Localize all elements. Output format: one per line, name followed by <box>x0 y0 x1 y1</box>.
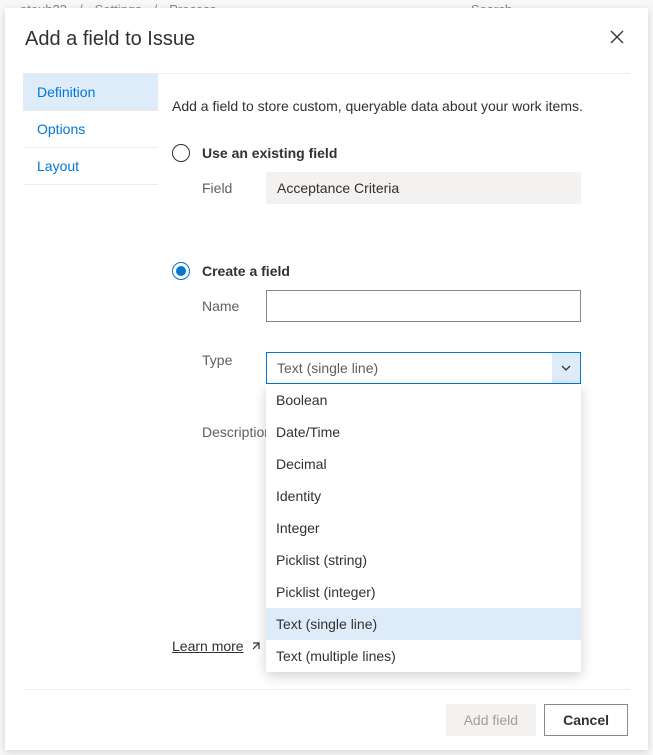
type-option-text-single[interactable]: Text (single line) <box>266 608 581 640</box>
dialog-content: Add a field to store custom, queryable d… <box>158 74 630 689</box>
type-option-datetime[interactable]: Date/Time <box>266 416 581 448</box>
field-label-existing: Field <box>172 180 266 196</box>
dialog-sidebar: Definition Options Layout <box>23 74 158 689</box>
radio-use-existing-label: Use an existing field <box>202 145 337 161</box>
sidebar-item-options[interactable]: Options <box>23 111 158 148</box>
type-option-boolean[interactable]: Boolean <box>266 384 581 416</box>
dialog-footer: Add field Cancel <box>5 690 648 750</box>
type-option-identity[interactable]: Identity <box>266 480 581 512</box>
type-option-integer[interactable]: Integer <box>266 512 581 544</box>
type-option-decimal[interactable]: Decimal <box>266 448 581 480</box>
existing-field-group: Use an existing field Field Acceptance C… <box>172 144 630 216</box>
radio-create-field-label: Create a field <box>202 263 290 279</box>
existing-field-value: Acceptance Criteria <box>266 172 581 204</box>
dialog-title: Add a field to Issue <box>25 28 195 51</box>
type-option-text-multi[interactable]: Text (multiple lines) <box>266 640 581 672</box>
intro-text: Add a field to store custom, queryable d… <box>172 98 630 114</box>
radio-dot-icon <box>176 266 186 276</box>
chevron-down-icon <box>560 362 572 374</box>
sidebar-item-layout[interactable]: Layout <box>23 148 158 185</box>
type-option-picklist-string[interactable]: Picklist (string) <box>266 544 581 576</box>
type-selected-value: Text (single line) <box>277 360 378 376</box>
type-combobox[interactable]: Text (single line) <box>266 352 581 384</box>
external-link-icon <box>250 640 262 652</box>
add-field-button[interactable]: Add field <box>446 704 536 736</box>
description-label: Description <box>172 422 266 440</box>
name-label: Name <box>172 298 266 314</box>
add-field-dialog: Add a field to Issue Definition Options … <box>5 8 648 750</box>
type-dropdown: Boolean Date/Time Decimal Identity Integ… <box>266 384 581 672</box>
create-field-group: Create a field Name Type Text (single li… <box>172 262 630 624</box>
sidebar-item-definition[interactable]: Definition <box>23 74 158 111</box>
type-label: Type <box>172 352 266 368</box>
type-option-picklist-integer[interactable]: Picklist (integer) <box>266 576 581 608</box>
combo-caret-button[interactable] <box>552 353 580 383</box>
cancel-button[interactable]: Cancel <box>544 704 628 736</box>
name-input[interactable] <box>266 290 581 322</box>
close-button[interactable] <box>606 26 628 53</box>
radio-use-existing[interactable] <box>172 144 190 162</box>
close-icon <box>610 30 624 44</box>
radio-create-field[interactable] <box>172 262 190 280</box>
